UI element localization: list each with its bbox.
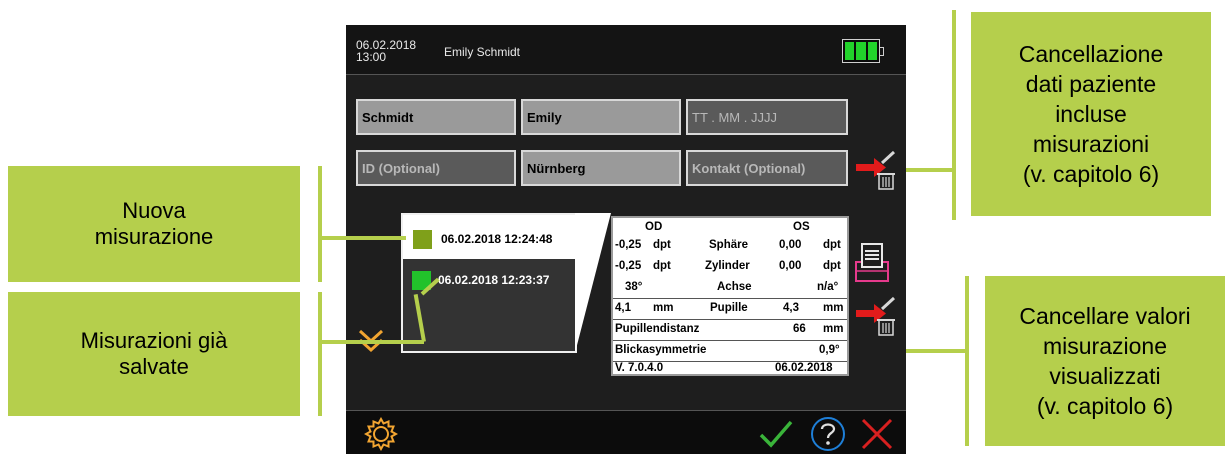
first-name-field[interactable]: Emily	[521, 99, 681, 135]
callout-new-measurement: Nuova misurazione	[8, 166, 300, 282]
callout-line: misurazione	[1043, 333, 1167, 359]
sphere-label: Sphäre	[709, 239, 748, 251]
pd-unit: mm	[823, 323, 844, 335]
axis-label: Achse	[717, 281, 752, 293]
callout-line: incluse	[1055, 101, 1127, 127]
measurement-timestamp: 06.02.2018 12:23:37	[438, 273, 550, 287]
print-icon[interactable]	[855, 241, 889, 283]
sphere-os-unit: dpt	[823, 239, 841, 251]
leader-line	[320, 340, 424, 344]
callout-delete-patient: Cancellazione dati paziente incluse misu…	[971, 12, 1211, 216]
sphere-od: -0,25	[615, 239, 642, 251]
measurement-list: 06.02.2018 12:24:48 06.02.2018 12:23:37	[401, 213, 577, 353]
datetime: 06.02.2018 13:00	[356, 39, 416, 63]
os-header: OS	[793, 221, 810, 233]
callout-saved-measurements: Misurazioni già salvate	[8, 292, 300, 416]
delete-measurement-icon[interactable]	[854, 295, 898, 337]
leader-line	[320, 236, 406, 240]
cylinder-od: -0,25	[615, 260, 642, 272]
leader-bracket	[318, 292, 322, 416]
version-label: V. 7.0.4.0	[615, 362, 664, 374]
callout-line: visualizzati	[1049, 363, 1161, 389]
cylinder-label: Zylinder	[705, 260, 750, 272]
cylinder-od-unit: dpt	[653, 260, 671, 272]
callout-line: Cancellare valori	[1019, 303, 1191, 329]
status-bar: 06.02.2018 13:00 Emily Schmidt	[346, 25, 906, 75]
help-icon[interactable]	[810, 416, 846, 452]
callout-line: Cancellazione	[1018, 41, 1164, 67]
list-item-saved-measurement[interactable]: 06.02.2018 12:23:37	[403, 259, 575, 351]
axis-od: 38°	[625, 281, 643, 293]
time-label: 13:00	[356, 50, 387, 64]
last-name-field[interactable]: Schmidt	[356, 99, 516, 135]
results-panel: OD OS -0,25 dpt Sphäre 0,00 dpt -0,25 dp…	[611, 216, 849, 376]
sphere-od-unit: dpt	[653, 239, 671, 251]
callout-line: misurazioni	[1032, 131, 1150, 157]
user-name: Emily Schmidt	[444, 45, 521, 59]
blick-label: Blickasymmetrie	[615, 344, 707, 356]
delete-patient-icon[interactable]	[854, 149, 898, 191]
list-item-new-measurement[interactable]: 06.02.2018 12:24:48	[403, 215, 575, 259]
pupil-label: Pupille	[710, 302, 748, 314]
leader-line	[906, 349, 967, 353]
measurement-color-square	[413, 230, 432, 249]
bottom-toolbar	[346, 410, 906, 454]
pupil-os-unit: mm	[823, 302, 844, 314]
measurement-timestamp: 06.02.2018 12:24:48	[441, 232, 553, 246]
blick-value: 0,9°	[819, 344, 840, 356]
birthdate-field[interactable]: TT . MM . JJJJ	[686, 99, 848, 135]
pd-value: 66	[793, 323, 806, 335]
manual-figure: 06.02.2018 13:00 Emily Schmidt Schmidt E…	[0, 0, 1228, 454]
contact-field[interactable]: Kontakt (Optional)	[686, 150, 848, 186]
pupil-od-unit: mm	[653, 302, 674, 314]
callout-line: misurazione	[94, 224, 214, 249]
leader-bracket	[952, 10, 956, 220]
selection-pointer	[575, 213, 611, 353]
confirm-check-icon[interactable]	[758, 419, 794, 449]
settings-gear-icon[interactable]	[364, 417, 398, 451]
leader-bracket	[965, 276, 969, 446]
city-field[interactable]: Nürnberg	[521, 150, 681, 186]
callout-line: (v. capitolo 6)	[1022, 161, 1160, 187]
result-date: 06.02.2018	[775, 362, 833, 374]
device-screen: 06.02.2018 13:00 Emily Schmidt Schmidt E…	[346, 25, 906, 454]
cancel-x-icon[interactable]	[859, 416, 895, 452]
leader-line	[906, 168, 954, 172]
id-field[interactable]: ID (Optional)	[356, 150, 516, 186]
cylinder-os-unit: dpt	[823, 260, 841, 272]
callout-delete-values: Cancellare valori misurazione visualizza…	[985, 276, 1225, 446]
callout-line: Misurazioni già	[80, 328, 228, 353]
sphere-os: 0,00	[779, 239, 802, 251]
pd-label: Pupillendistanz	[615, 323, 700, 335]
callout-line: dati paziente	[1025, 71, 1157, 97]
pupil-os: 4,3	[783, 302, 799, 314]
axis-os: n/a°	[817, 281, 839, 293]
pupil-od: 4,1	[615, 302, 631, 314]
callout-line: salvate	[119, 354, 189, 379]
leader-bracket	[318, 166, 322, 282]
od-header: OD	[645, 221, 663, 233]
callout-line: Nuova	[122, 198, 186, 223]
cylinder-os: 0,00	[779, 260, 802, 272]
battery-icon	[842, 39, 884, 63]
callout-line: (v. capitolo 6)	[1036, 393, 1174, 419]
